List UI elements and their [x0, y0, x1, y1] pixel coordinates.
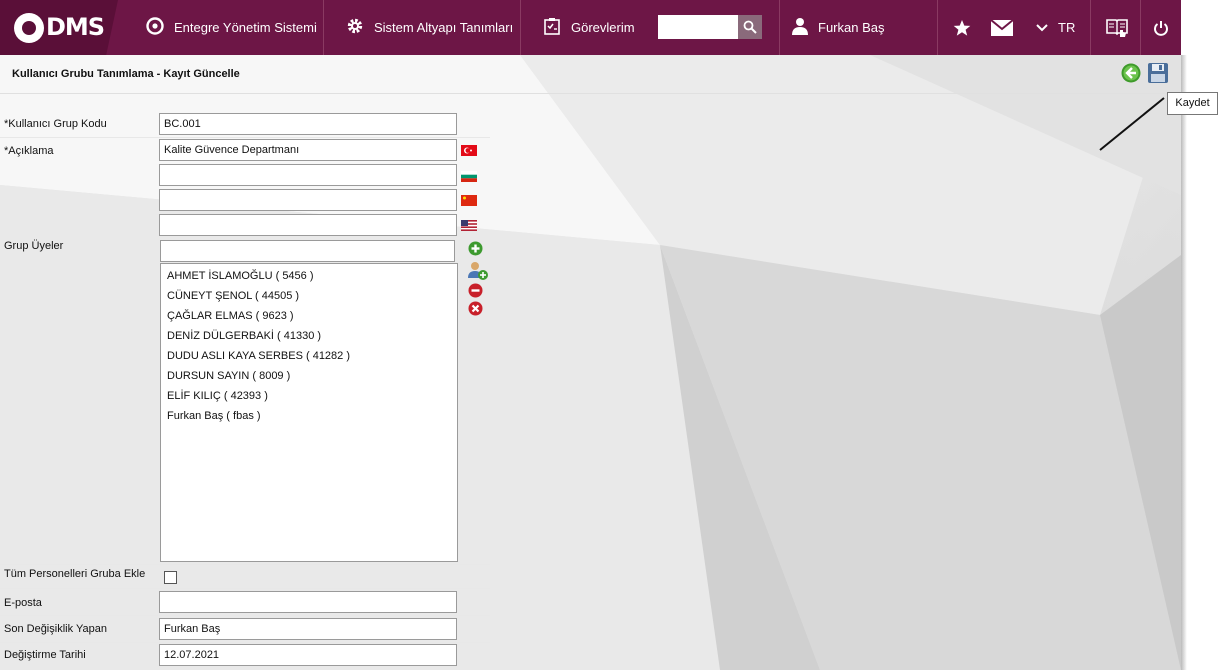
search-button[interactable] [738, 15, 762, 39]
add-all-personnel-label: Tüm Personelleri Gruba Ekle [4, 568, 146, 580]
remove-member-button[interactable] [468, 283, 483, 298]
nav-entegre-yonetim-sistemi[interactable]: Entegre Yönetim Sistemi [146, 0, 317, 55]
star-icon [953, 19, 971, 36]
list-item[interactable]: AHMET İSLAMOĞLU ( 5456 ) [161, 266, 457, 286]
members-listbox[interactable]: AHMET İSLAMOĞLU ( 5456 ) CÜNEYT ŞENOL ( … [160, 263, 458, 562]
description-bg-input[interactable] [159, 164, 457, 186]
user-icon [792, 17, 808, 38]
task-icon [543, 17, 561, 38]
mail-icon [991, 19, 1013, 36]
help-manual-button[interactable] [1106, 0, 1128, 55]
delete-circle-icon [468, 301, 483, 316]
logo-text: DMS [46, 13, 105, 41]
usa-flag-icon [461, 220, 477, 231]
top-navigation-bar: DMS Entegre Yönetim Sistemi Sistem Altya… [0, 0, 1181, 55]
plus-circle-icon [468, 241, 483, 256]
description-label: *Açıklama [4, 145, 54, 157]
minus-circle-icon [468, 283, 483, 298]
list-item[interactable]: CÜNEYT ŞENOL ( 44505 ) [161, 286, 457, 306]
nav-separator [779, 0, 780, 55]
nav-separator [520, 0, 521, 55]
email-input[interactable] [159, 591, 457, 613]
messages-button[interactable] [991, 0, 1013, 55]
list-item[interactable]: ÇAĞLAR ELMAS ( 9623 ) [161, 306, 457, 326]
qdms-logo[interactable]: DMS [0, 0, 118, 55]
search-icon [743, 20, 757, 34]
back-arrow-icon [1121, 63, 1141, 83]
group-code-label: *Kullanıcı Grup Kodu [4, 118, 107, 130]
add-user-button[interactable] [468, 261, 488, 281]
list-item[interactable]: DUDU ASLI KAYA SERBES ( 41282 ) [161, 346, 457, 366]
qdms-icon [146, 17, 164, 38]
members-search-input[interactable] [160, 240, 455, 262]
chevron-down-icon [1036, 23, 1048, 31]
nav-separator [323, 0, 324, 55]
add-member-button[interactable] [468, 241, 483, 256]
clear-members-button[interactable] [468, 301, 483, 316]
row-divider [0, 137, 490, 138]
logout-button[interactable] [1153, 0, 1169, 55]
save-button[interactable] [1147, 62, 1169, 84]
row-divider [0, 615, 490, 616]
page-title: Kullanıcı Grubu Tanımlama - Kayıt Güncel… [12, 68, 240, 80]
annotation-arrow [1099, 97, 1165, 151]
list-item[interactable]: DURSUN SAYIN ( 8009 ) [161, 366, 457, 386]
nav-sistem-altyapi-tanimlari[interactable]: Sistem Altyapı Tanımları [346, 0, 513, 55]
book-icon [1106, 18, 1128, 37]
user-menu[interactable]: Furkan Baş [792, 0, 884, 55]
description-tr-input[interactable]: Kalite Güvence Departmanı [159, 139, 457, 161]
china-flag-icon [461, 195, 477, 206]
back-button[interactable] [1121, 63, 1141, 83]
row-divider [0, 564, 490, 565]
modified-date-label: Değiştirme Tarihi [4, 649, 86, 661]
bulgaria-flag-icon [461, 171, 477, 182]
description-cn-input[interactable] [159, 189, 457, 211]
list-item[interactable]: ELİF KILIÇ ( 42393 ) [161, 386, 457, 406]
nav-separator [1090, 0, 1091, 55]
floppy-disk-icon [1148, 63, 1168, 83]
nav-label: Görevlerim [571, 20, 635, 35]
language-code: TR [1058, 20, 1076, 35]
nav-label: Entegre Yönetim Sistemi [174, 20, 317, 35]
nav-gorevlerim[interactable]: Görevlerim [543, 0, 635, 55]
email-label: E-posta [4, 597, 42, 609]
title-divider [0, 93, 1181, 94]
add-user-icon [468, 262, 488, 280]
list-item[interactable]: DENİZ DÜLGERBAKİ ( 41330 ) [161, 326, 457, 346]
nav-label: Sistem Altyapı Tanımları [374, 20, 514, 35]
gear-icon [346, 17, 364, 38]
group-members-label: Grup Üyeler [4, 240, 64, 252]
modified-date-input[interactable]: 12.07.2021 [159, 644, 457, 666]
row-divider [0, 642, 490, 643]
description-us-input[interactable] [159, 214, 457, 236]
user-name: Furkan Baş [818, 20, 885, 35]
row-divider [0, 588, 490, 589]
nav-separator [1140, 0, 1141, 55]
power-icon [1154, 20, 1168, 36]
logo-q-icon [14, 13, 44, 43]
last-modified-by-input[interactable]: Furkan Baş [159, 618, 457, 640]
add-all-personnel-checkbox[interactable] [164, 571, 177, 584]
save-tooltip: Kaydet [1167, 92, 1218, 115]
language-selector[interactable]: TR [1036, 0, 1075, 55]
favorites-button[interactable] [953, 0, 971, 55]
last-modified-by-label: Son Değişiklik Yapan [4, 623, 107, 635]
nav-separator [937, 0, 938, 55]
group-code-input[interactable]: BC.001 [159, 113, 457, 135]
turkey-flag-icon [461, 145, 477, 156]
search-input[interactable] [658, 15, 738, 39]
list-item[interactable]: Furkan Baş ( fbas ) [161, 406, 457, 426]
